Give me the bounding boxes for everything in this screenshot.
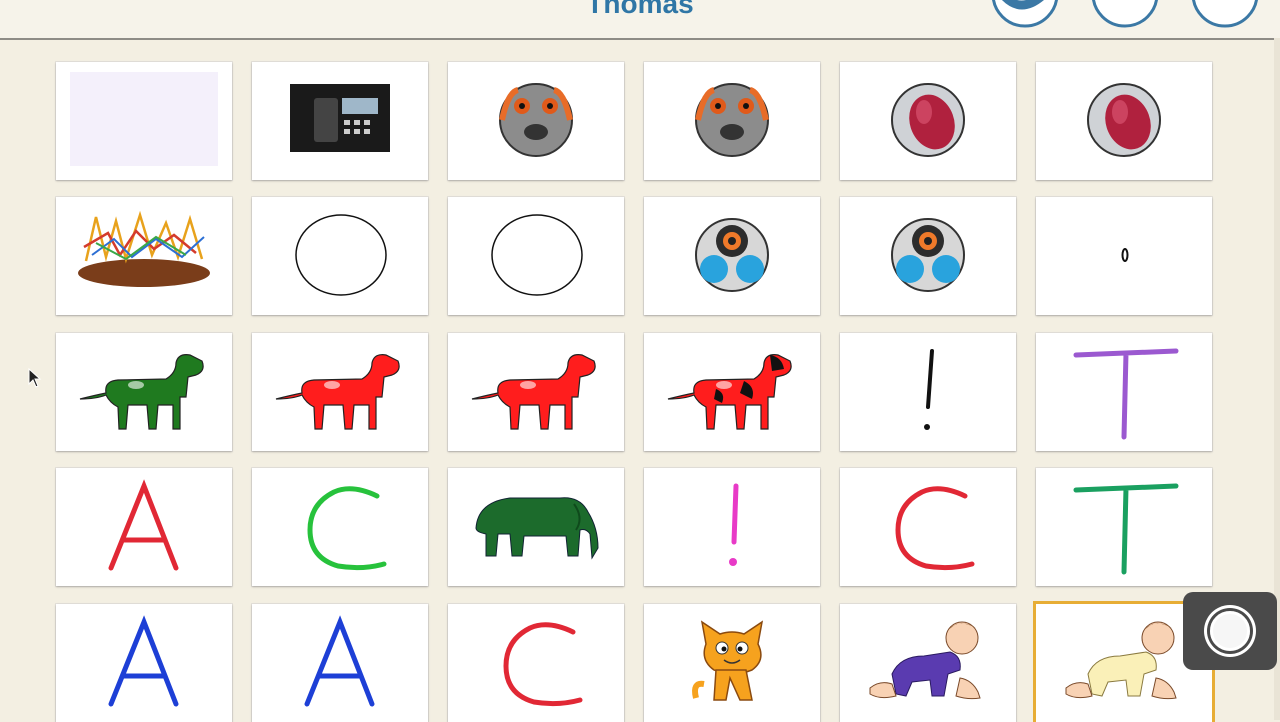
empty-circle-image <box>295 214 387 296</box>
plush-toy-photo-image <box>499 83 573 157</box>
card-red-letter-a[interactable] <box>56 468 232 586</box>
card-blank-lavender-card[interactable] <box>56 62 232 180</box>
robot-photo-image <box>891 218 965 292</box>
card-desk-phone-photo[interactable] <box>252 62 428 180</box>
green-letter-t-image <box>1073 483 1179 575</box>
baby-purple-image <box>869 621 981 700</box>
card-red-letter-c[interactable] <box>840 468 1016 586</box>
red-letter-c-image <box>895 486 975 571</box>
card-purple-letter-t[interactable] <box>1036 333 1212 451</box>
card-green-dog[interactable] <box>56 333 232 451</box>
card-red-black-dog[interactable] <box>644 333 820 451</box>
card-empty-circle[interactable] <box>448 197 624 315</box>
robot-photo-image <box>695 218 769 292</box>
red-dog-image <box>275 354 400 430</box>
red-letter-a-image <box>108 479 179 571</box>
green-dog-image <box>79 354 204 430</box>
card-exclamation-mark[interactable] <box>840 333 1016 451</box>
card-empty-circle[interactable] <box>252 197 428 315</box>
green-elephant-image <box>475 497 599 560</box>
plush-toy-photo-image <box>695 83 769 157</box>
card-scratch-cat[interactable] <box>644 604 820 722</box>
card-robot-photo[interactable] <box>840 197 1016 315</box>
card-pink-exclamation[interactable] <box>644 468 820 586</box>
blue-letter-a-image <box>108 615 179 707</box>
card-green-letter-c[interactable] <box>252 468 428 586</box>
desk-phone-photo-image <box>290 84 390 152</box>
red-dog-image <box>471 354 596 430</box>
scratch-cat-image <box>692 620 764 701</box>
card-blue-letter-a[interactable] <box>56 604 232 722</box>
card-plush-toy-photo[interactable] <box>644 62 820 180</box>
card-red-dog[interactable] <box>252 333 428 451</box>
card-robot-photo[interactable] <box>644 197 820 315</box>
pink-exclamation-image <box>729 483 739 566</box>
red-mouse-photo-image <box>891 83 965 157</box>
mouse-pointer-icon <box>28 368 42 388</box>
card-plush-toy-photo[interactable] <box>448 62 624 180</box>
card-red-dog[interactable] <box>448 333 624 451</box>
blank-lavender-card-image <box>70 72 218 166</box>
red-black-dog-image <box>667 354 792 430</box>
card-red-mouse-photo[interactable] <box>840 62 1016 180</box>
scribble-drawing-image <box>78 210 210 287</box>
card-scribble-drawing[interactable] <box>56 197 232 315</box>
card-red-letter-c[interactable] <box>448 604 624 722</box>
green-letter-c-image <box>307 486 387 571</box>
card-green-letter-t[interactable] <box>1036 468 1212 586</box>
empty-circle-image <box>491 214 583 296</box>
card-green-elephant[interactable] <box>448 468 624 586</box>
assistive-touch-button[interactable] <box>1183 592 1277 670</box>
blue-letter-a-image <box>304 615 375 707</box>
card-baby-purple[interactable] <box>840 604 1016 722</box>
card-grid <box>0 0 1280 722</box>
red-mouse-photo-image <box>1087 83 1161 157</box>
purple-letter-t-image <box>1073 348 1179 440</box>
red-letter-c-image <box>503 622 583 707</box>
exclamation-mark-image <box>924 349 934 430</box>
card-small-zero[interactable] <box>1036 197 1212 315</box>
home-circle-icon <box>1210 611 1250 651</box>
small-zero-image <box>1121 248 1129 262</box>
card-red-mouse-photo[interactable] <box>1036 62 1212 180</box>
card-blue-letter-a[interactable] <box>252 604 428 722</box>
